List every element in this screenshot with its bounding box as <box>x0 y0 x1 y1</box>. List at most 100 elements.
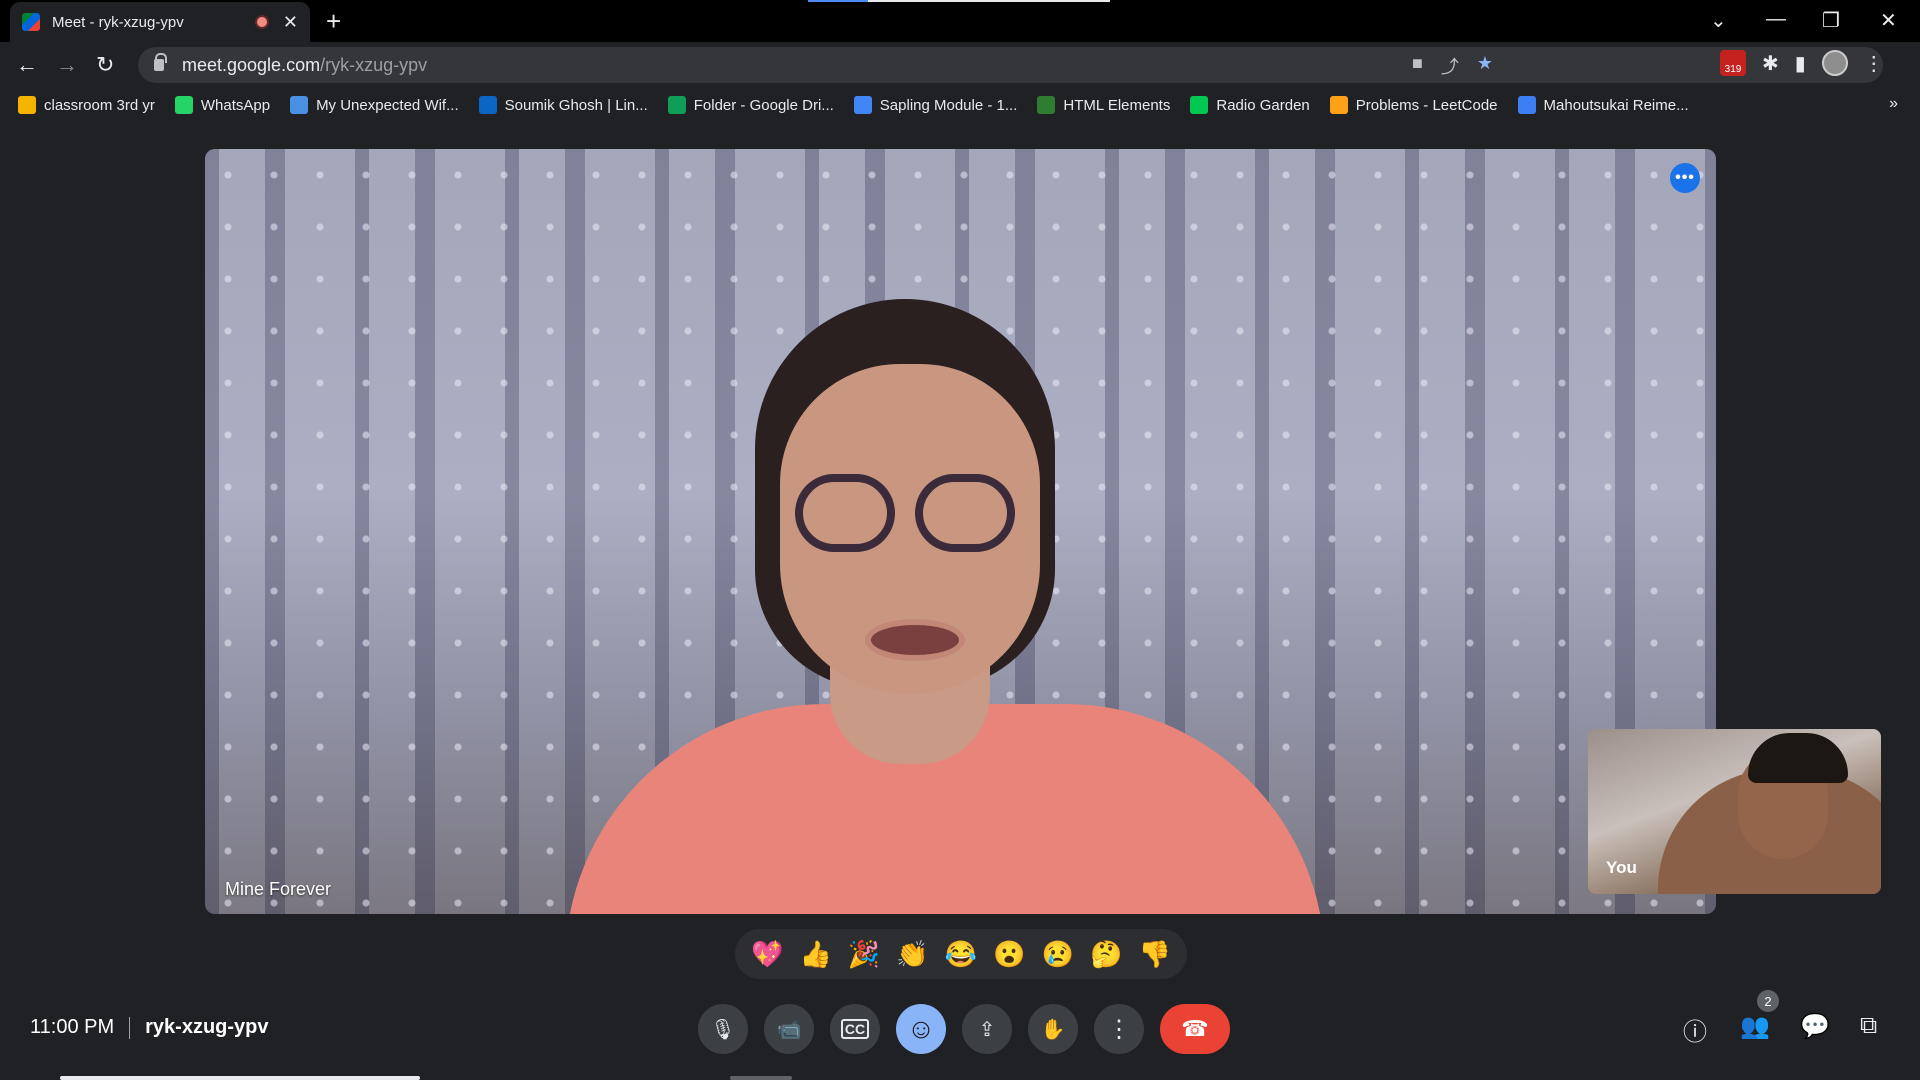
taskbar-indicator-secondary <box>730 1076 792 1080</box>
camera-in-use-icon[interactable]: ■ <box>1412 53 1423 79</box>
bookmark-label: Soumik Ghosh | Lin... <box>504 96 648 114</box>
self-view-tile[interactable]: You <box>1588 729 1881 894</box>
bookmark-item[interactable]: Folder - Google Dri... <box>667 96 834 114</box>
captions-icon: CC <box>840 1019 870 1039</box>
tab-close-icon[interactable]: ✕ <box>283 12 298 33</box>
browser-menu-icon[interactable]: ⋮ <box>1864 51 1884 76</box>
bookmark-item[interactable]: My Unexpected Wif... <box>290 96 459 114</box>
new-tab-button[interactable]: + <box>326 8 341 34</box>
extension-badge[interactable]: 319 <box>1720 50 1746 76</box>
current-time: 11:00 PM <box>30 1016 115 1038</box>
extensions-puzzle-icon[interactable]: ✱ <box>1762 51 1779 76</box>
microphone-button[interactable]: 🎙 <box>698 1004 748 1054</box>
bookmark-label: WhatsApp <box>200 96 271 114</box>
tab-title: Meet - ryk-xzug-ypv <box>52 13 184 31</box>
more-vert-icon: ⋮ <box>1107 1015 1131 1043</box>
bookmark-item[interactable]: WhatsApp <box>174 96 271 114</box>
reaction-crying[interactable]: 😢 <box>1042 941 1074 967</box>
divider <box>129 1016 131 1039</box>
activities-icon[interactable]: ⧉ <box>1860 1012 1877 1040</box>
people-icon[interactable]: 👥 <box>1740 1012 1770 1041</box>
participant-name: Mine Forever <box>225 879 332 899</box>
back-arrow-icon[interactable]: ← <box>16 52 38 78</box>
bookmark-favicon-icon <box>18 96 36 114</box>
tab-strip: Meet - ryk-xzug-ypv ✕ + ⌄ — ❐ ✕ <box>0 0 1920 42</box>
participant-video <box>495 274 1395 914</box>
bookmark-item[interactable]: Problems - LeetCode <box>1329 96 1498 114</box>
url-host: meet.google.com <box>182 54 321 75</box>
side-panel-icon[interactable]: ▮ <box>1795 51 1806 76</box>
bookmark-label: Mahoutsukai Reime... <box>1543 96 1689 114</box>
captions-button[interactable]: CC <box>830 1004 880 1054</box>
bookmark-label: My Unexpected Wif... <box>316 96 459 114</box>
bookmark-item[interactable]: Soumik Ghosh | Lin... <box>478 96 648 114</box>
bookmark-label: Radio Garden <box>1216 96 1310 114</box>
bookmark-favicon-icon <box>174 96 193 114</box>
reaction-joy[interactable]: 😂 <box>945 941 977 967</box>
profile-avatar[interactable] <box>1821 50 1848 76</box>
more-options-button[interactable]: ⋮ <box>1094 1004 1144 1054</box>
bookmark-favicon-icon <box>1517 96 1536 114</box>
participant-count-badge: 2 <box>1757 990 1779 1012</box>
self-label: You <box>1606 858 1637 877</box>
forward-arrow-icon[interactable]: → <box>56 52 78 78</box>
bookmark-item[interactable]: classroom 3rd yr <box>18 96 155 114</box>
present-screen-button[interactable]: ⇪ <box>962 1004 1012 1054</box>
meeting-details: 11:00 PM ryk-xzug-ypv <box>30 1016 269 1039</box>
bookmark-item[interactable]: HTML Elements <box>1037 96 1170 114</box>
browser-toolbar: ← → ↻ meet.google.com/ryk-xzug-ypv ■ ⤴ ★… <box>0 42 1920 88</box>
recording-indicator-icon <box>254 15 269 29</box>
reaction-sparkling-heart[interactable]: 💖 <box>751 941 783 967</box>
minimize-button[interactable]: — <box>1766 8 1786 31</box>
reload-icon[interactable]: ↻ <box>96 52 114 78</box>
leave-call-button[interactable]: ☎ <box>1160 1004 1230 1054</box>
reaction-party-popper[interactable]: 🎉 <box>848 941 880 967</box>
bookmark-item[interactable]: Mahoutsukai Reime... <box>1517 96 1689 114</box>
meeting-code: ryk-xzug-ypv <box>145 1016 269 1038</box>
browser-tab[interactable]: Meet - ryk-xzug-ypv ✕ <box>10 2 310 42</box>
bookmark-item[interactable]: Radio Garden <box>1190 96 1310 114</box>
main-video-tile[interactable]: ••• Mine Forever <box>205 149 1716 914</box>
reaction-thumbs-down[interactable]: 👎 <box>1139 941 1171 967</box>
bookmark-item[interactable]: Sapling Module - 1... <box>853 96 1018 114</box>
meet-favicon-icon <box>22 13 40 31</box>
bookmark-favicon-icon <box>1329 96 1348 114</box>
bookmark-favicon-icon <box>853 96 872 114</box>
reaction-thinking[interactable]: 🤔 <box>1090 941 1122 967</box>
bookmark-favicon-icon <box>478 96 497 114</box>
call-controls: 🎙 📹 CC ☺ ⇪ ✋ ⋮ ☎ <box>698 1004 1230 1054</box>
raise-hand-button[interactable]: ✋ <box>1028 1004 1078 1054</box>
reaction-surprised[interactable]: 😮 <box>993 941 1025 967</box>
close-window-button[interactable]: ✕ <box>1880 8 1897 33</box>
url-path: /ryk-xzug-ypv <box>320 54 428 75</box>
share-icon[interactable]: ⤴ <box>1441 53 1459 79</box>
bookmark-label: Problems - LeetCode <box>1355 96 1498 114</box>
reaction-clapping[interactable]: 👏 <box>896 941 928 967</box>
bookmarks-overflow-icon[interactable]: » <box>1889 95 1898 113</box>
bookmark-favicon-icon <box>1190 96 1209 114</box>
reaction-thumbs-up[interactable]: 👍 <box>799 941 831 967</box>
bookmark-label: Folder - Google Dri... <box>693 96 834 114</box>
lock-icon[interactable] <box>154 53 167 71</box>
reactions-bar: 💖 👍 🎉 👏 😂 😮 😢 🤔 👎 <box>735 929 1187 979</box>
meeting-info-icon[interactable]: ⓘ <box>1683 1012 1707 1047</box>
raise-hand-icon: ✋ <box>1040 1018 1066 1041</box>
camera-icon: 📹 <box>776 1018 802 1041</box>
bookmark-label: Sapling Module - 1... <box>879 96 1018 114</box>
emoji-icon: ☺ <box>906 1013 936 1044</box>
bookmark-favicon-icon <box>290 96 309 114</box>
bookmark-label: HTML Elements <box>1063 96 1171 114</box>
camera-button[interactable]: 📹 <box>764 1004 814 1054</box>
bookmark-favicon-icon <box>667 96 686 114</box>
address-bar[interactable]: meet.google.com/ryk-xzug-ypv ■ ⤴ ★ <box>138 47 1883 83</box>
taskbar-indicator <box>60 1076 420 1080</box>
chat-icon[interactable]: 💬 <box>1800 1012 1830 1041</box>
bookmark-label: classroom 3rd yr <box>44 96 155 114</box>
tile-options-icon[interactable]: ••• <box>1670 163 1700 193</box>
bookmarks-bar: classroom 3rd yr WhatsApp My Unexpected Wi… <box>0 88 1920 122</box>
reactions-button[interactable]: ☺ <box>896 1004 946 1054</box>
tab-search-icon[interactable]: ⌄ <box>1710 8 1727 33</box>
bookmark-star-icon[interactable]: ★ <box>1477 53 1493 79</box>
restore-button[interactable]: ❐ <box>1822 8 1840 33</box>
bookmark-favicon-icon <box>1037 96 1056 114</box>
